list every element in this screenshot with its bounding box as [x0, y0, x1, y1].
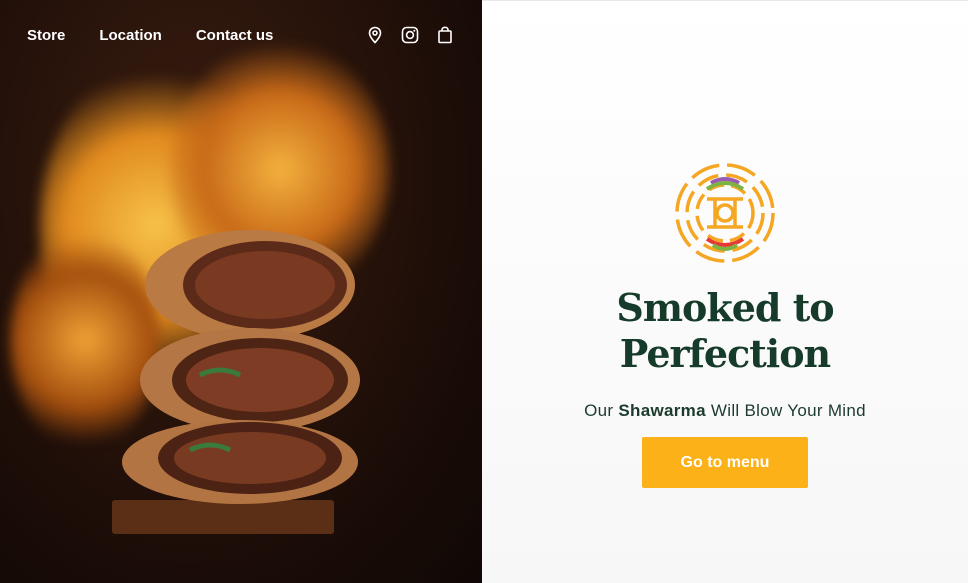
tagline-suffix: Will Blow Your Mind: [710, 401, 866, 420]
nav-link-store[interactable]: Store: [27, 27, 65, 44]
hero-content: Smoked to Perfection Our Shawarma Will B…: [482, 0, 968, 583]
location-pin-icon[interactable]: [366, 26, 384, 44]
top-navigation: Store Location Contact us: [27, 26, 454, 44]
hero-image: Store Location Contact us: [0, 0, 482, 583]
nav-link-location[interactable]: Location: [99, 27, 162, 44]
title-line-2: Perfection: [619, 331, 831, 376]
shopping-bag-icon[interactable]: [436, 26, 454, 44]
shawarma-wraps-image: [122, 230, 360, 504]
tagline: Our Shawarma Will Blow Your Mind: [584, 401, 866, 421]
page: Store Location Contact us Smoked to Perf…: [0, 0, 968, 583]
page-title: Smoked to Perfection: [616, 285, 834, 377]
title-line-1: Smoked to: [616, 285, 834, 330]
tagline-highlight: Shawarma: [618, 401, 706, 420]
instagram-icon[interactable]: [401, 26, 419, 44]
nav-link-contact-us[interactable]: Contact us: [196, 27, 274, 44]
brand-logo-icon: [675, 163, 775, 263]
nav-icons: [366, 26, 454, 44]
tagline-prefix: Our: [584, 401, 614, 420]
go-to-menu-button[interactable]: Go to menu: [642, 437, 808, 488]
